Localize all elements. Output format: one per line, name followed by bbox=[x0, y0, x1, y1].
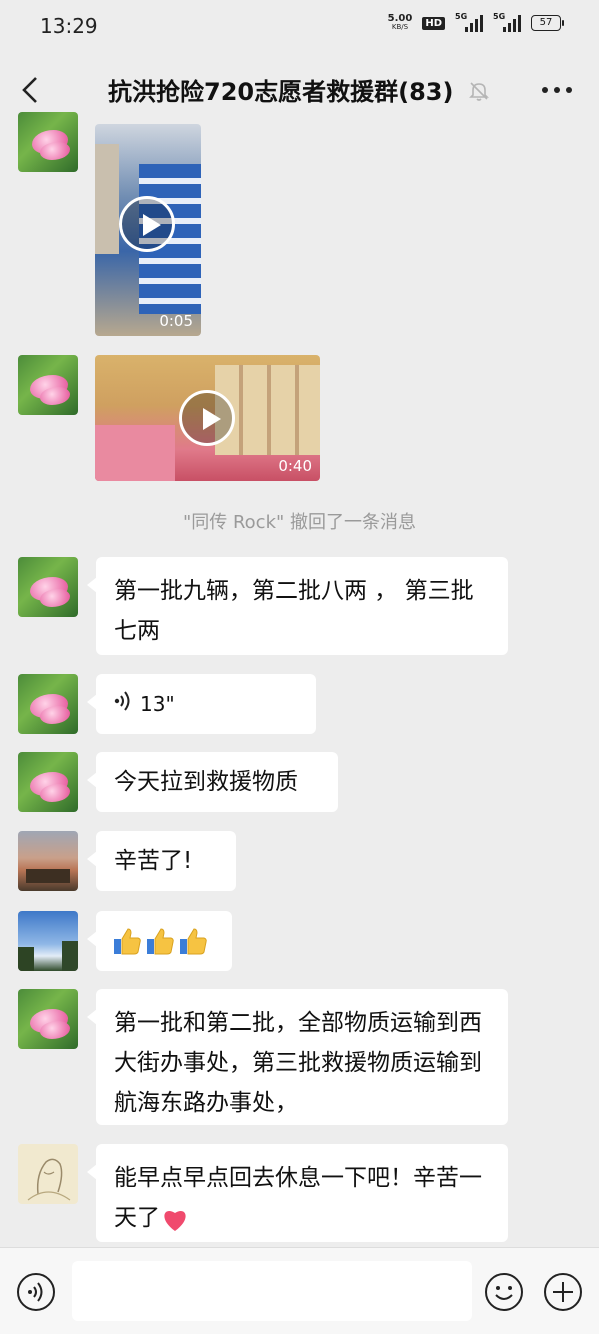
voice-wave-icon bbox=[114, 685, 132, 725]
text-message[interactable]: 能早点早点回去休息一下吧！辛苦一天了 bbox=[87, 1144, 508, 1242]
battery-icon: 57 bbox=[531, 15, 564, 31]
status-indicators: 5.00 KB/S HD 5G 5G 57 bbox=[388, 12, 564, 32]
speed-unit: KB/S bbox=[391, 23, 409, 31]
chat-title: 抗洪抢险720志愿者救援群(83) bbox=[108, 78, 454, 106]
signal-icon: 5G bbox=[455, 12, 483, 32]
voice-duration: 13" bbox=[140, 692, 175, 716]
thumbs-up-icon bbox=[112, 926, 142, 956]
video-message[interactable]: 0:05 bbox=[95, 124, 201, 336]
plus-icon[interactable] bbox=[543, 1272, 583, 1312]
avatar-sunset[interactable] bbox=[18, 831, 78, 891]
avatar-lotus[interactable] bbox=[18, 557, 78, 617]
avatar-sky[interactable] bbox=[18, 911, 78, 971]
video-message[interactable]: 0:40 bbox=[95, 355, 320, 481]
avatar-lotus[interactable] bbox=[18, 989, 78, 1049]
signal-type: 5G bbox=[455, 12, 468, 21]
chat-header: 抗洪抢险720志愿者救援群(83) bbox=[0, 52, 599, 124]
voice-message[interactable]: 13" bbox=[87, 674, 316, 734]
text-message[interactable]: 辛苦了! bbox=[87, 831, 236, 891]
video-duration: 0:05 bbox=[159, 312, 193, 330]
input-bar bbox=[0, 1247, 599, 1334]
signal-icon-2: 5G bbox=[493, 12, 521, 32]
emoji-icon[interactable] bbox=[484, 1272, 524, 1312]
text-message[interactable]: 第一批和第二批，全部物质运输到西大街办事处，第三批救援物质运输到航海东路办事处， bbox=[87, 989, 508, 1125]
status-time: 13:29 bbox=[40, 14, 98, 38]
more-dots-icon[interactable] bbox=[540, 78, 574, 102]
heart-icon bbox=[160, 1204, 190, 1234]
avatar-lotus[interactable] bbox=[18, 674, 78, 734]
avatar-lotus[interactable] bbox=[18, 355, 78, 415]
battery-level: 57 bbox=[539, 17, 553, 28]
voice-icon[interactable] bbox=[16, 1272, 56, 1312]
message-input[interactable] bbox=[72, 1261, 472, 1321]
avatar-lotus[interactable] bbox=[18, 112, 78, 172]
thumbs-up-icon bbox=[178, 926, 208, 956]
avatar-sketch[interactable] bbox=[18, 1144, 78, 1204]
status-bar: 13:29 5.00 KB/S HD 5G 5G 57 bbox=[0, 0, 599, 52]
play-icon[interactable] bbox=[119, 196, 175, 252]
text-message[interactable]: 第一批九辆，第二批八两 ， 第三批七两 bbox=[87, 557, 508, 655]
back-arrow-icon[interactable] bbox=[16, 72, 46, 108]
bell-muted-icon bbox=[468, 80, 490, 102]
recall-notice: "同传 Rock" 撤回了一条消息 bbox=[182, 512, 417, 533]
text-message[interactable]: 今天拉到救援物质 bbox=[87, 752, 338, 812]
play-icon[interactable] bbox=[179, 390, 235, 446]
hd-badge: HD bbox=[422, 16, 445, 30]
thumbs-up-icon bbox=[145, 926, 175, 956]
network-speed: 5.00 KB/S bbox=[388, 14, 413, 32]
video-duration: 0:40 bbox=[278, 457, 312, 475]
emoji-message[interactable] bbox=[87, 911, 232, 971]
avatar-lotus[interactable] bbox=[18, 752, 78, 812]
signal-type-2: 5G bbox=[493, 12, 506, 21]
